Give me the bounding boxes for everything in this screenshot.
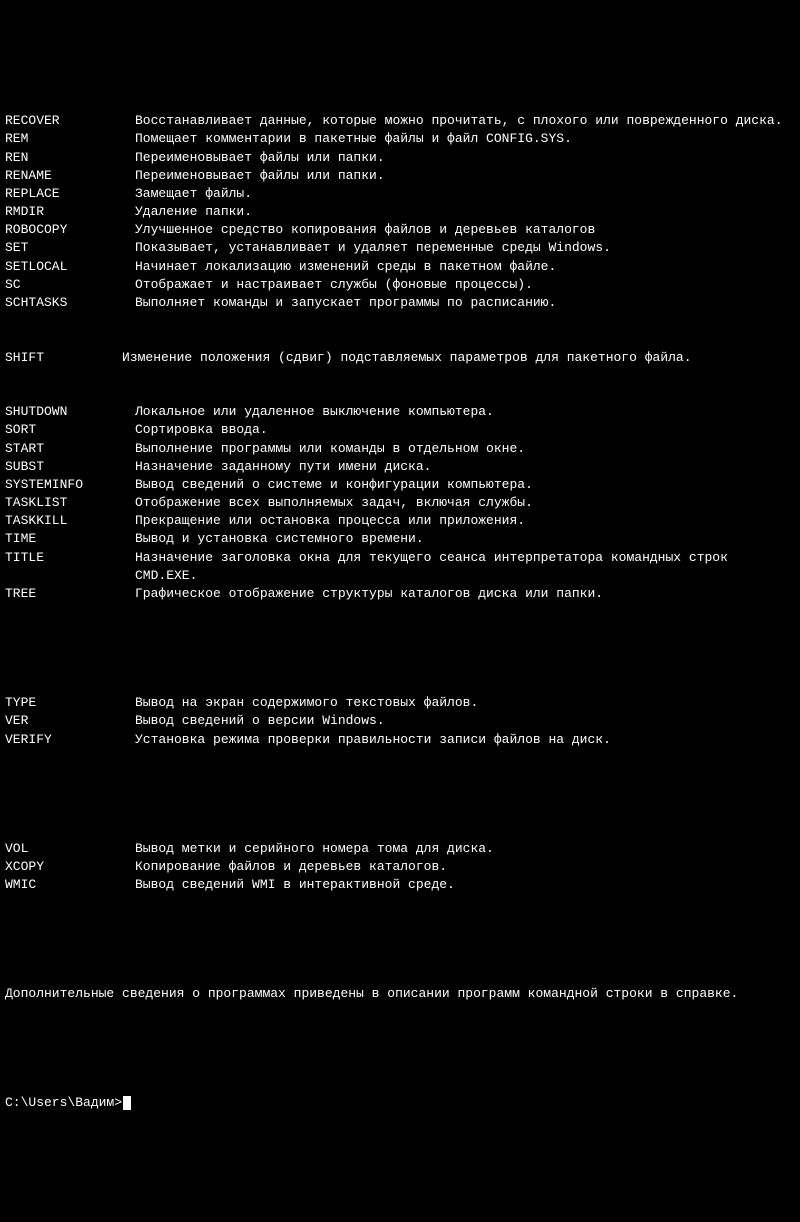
command-name: REN — [5, 149, 135, 167]
command-name: TYPE — [5, 694, 135, 712]
command-name: RENAME — [5, 167, 135, 185]
help-row: SUBSTНазначение заданному пути имени дис… — [5, 458, 795, 476]
help-row: RENПереименовывает файлы или папки. — [5, 149, 795, 167]
help-row: SETLOCALНачинает локализацию изменений с… — [5, 258, 795, 276]
command-name: RECOVER — [5, 112, 135, 130]
command-desc: Отображает и настраивает службы (фоновые… — [135, 276, 795, 294]
command-name: XCOPY — [5, 858, 135, 876]
command-desc: Прекращение или остановка процесса или п… — [135, 512, 795, 530]
command-desc: Помещает комментарии в пакетные файлы и … — [135, 130, 795, 148]
help-row: REMПомещает комментарии в пакетные файлы… — [5, 130, 795, 148]
command-desc: Локальное или удаленное выключение компь… — [135, 403, 795, 421]
command-name: REM — [5, 130, 135, 148]
cursor — [123, 1096, 131, 1110]
command-desc: Вывод на экран содержимого текстовых фай… — [135, 694, 795, 712]
command-desc: Вывод сведений о версии Windows. — [135, 712, 795, 730]
command-name: WMIC — [5, 876, 135, 894]
command-name: SETLOCAL — [5, 258, 135, 276]
prompt-text: C:\Users\Вадим> — [5, 1095, 122, 1110]
help-row: TIMEВывод и установка системного времени… — [5, 530, 795, 548]
command-desc: Переименовывает файлы или папки. — [135, 149, 795, 167]
help-row: STARTВыполнение программы или команды в … — [5, 440, 795, 458]
command-desc: Улучшенное средство копирования файлов и… — [135, 221, 795, 239]
command-name: START — [5, 440, 135, 458]
help-row: SCОтображает и настраивает службы (фонов… — [5, 276, 795, 294]
command-desc: Удаление папки. — [135, 203, 795, 221]
command-name: SCHTASKS — [5, 294, 135, 312]
command-desc: Выполнение программы или команды в отдел… — [135, 440, 795, 458]
command-name: TIME — [5, 530, 135, 548]
help-row: TASKLISTОтображение всех выполняемых зад… — [5, 494, 795, 512]
help-row: VOLВывод метки и серийного номера тома д… — [5, 840, 795, 858]
command-desc: Сортировка ввода. — [135, 421, 795, 439]
command-name: TASKLIST — [5, 494, 135, 512]
help-row: SHUTDOWNЛокальное или удаленное выключен… — [5, 403, 795, 421]
help-row: RECOVERВосстанавливает данные, которые м… — [5, 112, 795, 130]
command-desc: Начинает локализацию изменений среды в п… — [135, 258, 795, 276]
command-desc: Вывод метки и серийного номера тома для … — [135, 840, 795, 858]
blank-line — [5, 785, 795, 803]
footer-text: Дополнительные сведения о программах при… — [5, 985, 795, 1003]
command-desc: Назначение заданному пути имени диска. — [135, 458, 795, 476]
terminal-output[interactable]: RECOVERВосстанавливает данные, которые м… — [5, 76, 795, 1131]
help-row: TASKKILLПрекращение или остановка процес… — [5, 512, 795, 530]
command-desc: Вывод и установка системного времени. — [135, 530, 795, 548]
command-desc: Восстанавливает данные, которые можно пр… — [135, 112, 795, 130]
blank-line — [5, 931, 795, 949]
command-desc: Графическое отображение структуры катало… — [135, 585, 795, 603]
help-shift: SHIFT Изменение положения (сдвиг) подста… — [5, 349, 795, 367]
help-row: WMICВывод сведений WMI в интерактивной с… — [5, 876, 795, 894]
help-row: TITLEНазначение заголовка окна для текущ… — [5, 549, 795, 585]
help-row: TYPEВывод на экран содержимого текстовых… — [5, 694, 795, 712]
command-name: VERIFY — [5, 731, 135, 749]
command-name: SYSTEMINFO — [5, 476, 135, 494]
command-name: RMDIR — [5, 203, 135, 221]
command-name: TREE — [5, 585, 135, 603]
command-desc: Показывает, устанавливает и удаляет пере… — [135, 239, 795, 257]
help-row: TREEГрафическое отображение структуры ка… — [5, 585, 795, 603]
command-desc: Переименовывает файлы или папки. — [135, 167, 795, 185]
command-name: VER — [5, 712, 135, 730]
command-desc: Отображение всех выполняемых задач, вклю… — [135, 494, 795, 512]
command-name: REPLACE — [5, 185, 135, 203]
command-name: SHUTDOWN — [5, 403, 135, 421]
command-name: ROBOCOPY — [5, 221, 135, 239]
command-name: SET — [5, 239, 135, 257]
help-row: SYSTEMINFOВывод сведений о системе и кон… — [5, 476, 795, 494]
command-name: SC — [5, 276, 135, 294]
help-row: SETПоказывает, устанавливает и удаляет п… — [5, 239, 795, 257]
help-row: VERIFYУстановка режима проверки правильн… — [5, 731, 795, 749]
command-name: SUBST — [5, 458, 135, 476]
prompt-line[interactable]: C:\Users\Вадим> — [5, 1094, 795, 1112]
blank-line — [5, 1040, 795, 1058]
command-name: SORT — [5, 421, 135, 439]
help-row: XCOPYКопирование файлов и деревьев катал… — [5, 858, 795, 876]
help-row: SORTСортировка ввода. — [5, 421, 795, 439]
help-row: RENAMEПереименовывает файлы или папки. — [5, 167, 795, 185]
command-desc: Назначение заголовка окна для текущего с… — [135, 549, 795, 585]
command-desc: Замещает файлы. — [135, 185, 795, 203]
command-name: VOL — [5, 840, 135, 858]
help-row: VERВывод сведений о версии Windows. — [5, 712, 795, 730]
help-row: ROBOCOPYУлучшенное средство копирования … — [5, 221, 795, 239]
command-desc: Вывод сведений о системе и конфигурации … — [135, 476, 795, 494]
command-desc: Выполняет команды и запускает программы … — [135, 294, 795, 312]
command-desc: Установка режима проверки правильности з… — [135, 731, 795, 749]
blank-line — [5, 640, 795, 658]
command-name: TITLE — [5, 549, 135, 567]
help-row: RMDIRУдаление папки. — [5, 203, 795, 221]
help-row: REPLACEЗамещает файлы. — [5, 185, 795, 203]
command-desc: Вывод сведений WMI в интерактивной среде… — [135, 876, 795, 894]
command-desc: Копирование файлов и деревьев каталогов. — [135, 858, 795, 876]
help-row: SCHTASKSВыполняет команды и запускает пр… — [5, 294, 795, 312]
command-name: TASKKILL — [5, 512, 135, 530]
